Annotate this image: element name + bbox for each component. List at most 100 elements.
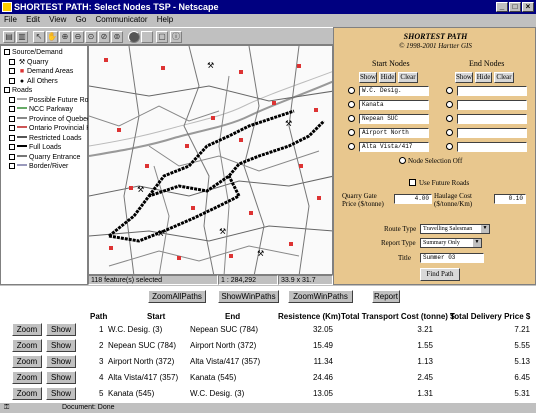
zoom-button[interactable]: Zoom <box>12 339 42 352</box>
legend-item[interactable]: Full Loads <box>9 143 61 152</box>
legend-checkbox[interactable] <box>9 153 15 160</box>
end-hide-button[interactable]: Hide <box>475 72 492 83</box>
measure-icon[interactable] <box>128 31 140 43</box>
end-node-radio[interactable] <box>446 143 453 150</box>
print-icon[interactable]: ▥ <box>16 31 28 43</box>
open-icon[interactable]: ▤ <box>3 31 15 43</box>
legend-checkbox[interactable] <box>9 58 15 65</box>
zoom-previous-icon[interactable]: ⊘ <box>98 31 110 43</box>
legend-item[interactable]: Source/Demand <box>4 48 63 57</box>
legend-checkbox[interactable] <box>9 125 15 131</box>
blank-tool-icon[interactable] <box>141 31 153 43</box>
info-icon[interactable]: ⓘ <box>170 31 182 43</box>
legend-item[interactable]: Border/River <box>9 162 68 171</box>
show-button[interactable]: Show <box>46 387 76 400</box>
transport-cost-cell: 1.13 <box>417 357 433 366</box>
legend-checkbox[interactable] <box>4 87 10 93</box>
show-button[interactable]: Show <box>46 323 76 336</box>
minimize-button[interactable]: _ <box>496 2 508 12</box>
end-node-field[interactable] <box>457 128 527 138</box>
legend-item[interactable]: NCC Parkway <box>9 105 73 114</box>
close-button[interactable]: × <box>522 2 534 12</box>
menu-communicator[interactable]: Communicator <box>96 15 148 24</box>
legend-item[interactable]: ■ Demand Areas <box>9 67 73 76</box>
zoomwinpaths-button[interactable]: ZoomWinPaths <box>288 290 353 303</box>
zoom-window-icon[interactable]: ⊙ <box>85 31 97 43</box>
menu-edit[interactable]: Edit <box>26 15 40 24</box>
start-node-field[interactable]: Alta Vista/417 <box>359 142 429 152</box>
legend-checkbox[interactable] <box>9 144 15 150</box>
legend-item[interactable]: Province of Quebec <box>9 115 90 124</box>
start-hide-button[interactable]: Hide <box>379 72 396 83</box>
show-button[interactable]: Show <box>46 339 76 352</box>
zoom-button[interactable]: Zoom <box>12 323 42 336</box>
start-node-field[interactable]: W.C. Desig. <box>359 86 429 96</box>
legend-item[interactable]: Restricted Loads <box>9 134 82 143</box>
legend-item[interactable]: ● All Others <box>9 77 58 86</box>
maximize-button[interactable]: □ <box>509 2 521 12</box>
legend-checkbox[interactable] <box>9 134 15 141</box>
report-type-select[interactable]: Summary Only ▼ <box>420 238 482 248</box>
title-input[interactable]: Summer 03 <box>420 253 484 263</box>
end-node-radio[interactable] <box>446 87 453 94</box>
show-button[interactable]: Show <box>46 371 76 384</box>
end-node-radio[interactable] <box>446 129 453 136</box>
start-clear-button[interactable]: Clear <box>398 72 418 83</box>
menu-view[interactable]: View <box>49 15 66 24</box>
menu-go[interactable]: Go <box>76 15 87 24</box>
zoom-button[interactable]: Zoom <box>12 355 42 368</box>
legend-item[interactable]: Quarry Entrance <box>9 153 80 162</box>
legend-item[interactable]: Possible Future Roads <box>9 96 100 105</box>
legend-checkbox[interactable] <box>9 163 15 169</box>
future-roads-checkbox[interactable] <box>409 179 416 186</box>
zoom-in-icon[interactable]: ⊕ <box>59 31 71 43</box>
start-node-radio[interactable] <box>348 129 355 136</box>
end-node-field[interactable] <box>457 114 527 124</box>
select-window-icon[interactable]: ▢ <box>156 31 168 43</box>
pan-hand-icon[interactable]: ✋ <box>46 31 58 43</box>
map-canvas[interactable]: ⚒ ⚒ ⚒ ⚒ ⚒ ⚒ <box>88 45 333 275</box>
menu-help[interactable]: Help <box>157 15 173 24</box>
end-node-radio[interactable] <box>446 115 453 122</box>
find-path-button[interactable]: Find Path <box>420 268 460 281</box>
start-show-button[interactable]: Show <box>359 72 377 83</box>
legend-checkbox[interactable] <box>9 96 15 103</box>
zoom-button[interactable]: Zoom <box>12 371 42 384</box>
resistence-cell: 24.46 <box>312 373 333 382</box>
select-arrow-icon[interactable]: ↖ <box>33 31 45 43</box>
legend-item[interactable]: ⚒ Quarry <box>9 58 48 67</box>
end-clear-button[interactable]: Clear <box>494 72 514 83</box>
end-node-field[interactable] <box>457 100 527 110</box>
legend-item[interactable]: Ontario Provincial Hwy <box>9 124 100 133</box>
legend-checkbox[interactable] <box>9 115 15 122</box>
legend-checkbox[interactable] <box>9 106 15 112</box>
start-node-radio[interactable] <box>348 87 355 94</box>
end-node-field[interactable] <box>457 142 527 152</box>
report-button[interactable]: Report <box>372 290 400 303</box>
start-node-radio[interactable] <box>348 143 355 150</box>
haulage-cost-input[interactable]: 0.10 <box>494 194 526 204</box>
end-show-button[interactable]: Show <box>455 72 473 83</box>
end-node-field[interactable] <box>457 86 527 96</box>
start-node-field[interactable]: Airport North <box>359 128 429 138</box>
road-network-map[interactable]: ⚒ ⚒ ⚒ ⚒ ⚒ ⚒ <box>89 46 333 275</box>
menu-file[interactable]: File <box>4 15 17 24</box>
start-node-radio[interactable] <box>348 115 355 122</box>
legend-item[interactable]: Roads <box>4 86 32 95</box>
start-node-field[interactable]: Nepean SUC <box>359 114 429 124</box>
node-selection-radio[interactable] <box>399 157 406 164</box>
start-node-radio[interactable] <box>348 101 355 108</box>
legend-checkbox[interactable] <box>9 68 15 74</box>
start-node-field[interactable]: Kanata <box>359 100 429 110</box>
end-node-radio[interactable] <box>446 101 453 108</box>
legend-checkbox[interactable] <box>4 49 10 55</box>
legend-checkbox[interactable] <box>9 77 15 84</box>
zoomallpaths-button[interactable]: ZoomAllPaths <box>148 290 206 303</box>
quarry-gate-input[interactable]: 4.00 <box>394 194 432 204</box>
zoom-out-icon[interactable]: ⊖ <box>72 31 84 43</box>
zoom-button[interactable]: Zoom <box>12 387 42 400</box>
zoom-all-icon[interactable]: ⊚ <box>111 31 123 43</box>
route-type-select[interactable]: Travelling Salesman ▼ <box>420 224 490 234</box>
show-button[interactable]: Show <box>46 355 76 368</box>
showwinpaths-button[interactable]: ShowWinPaths <box>218 290 279 303</box>
